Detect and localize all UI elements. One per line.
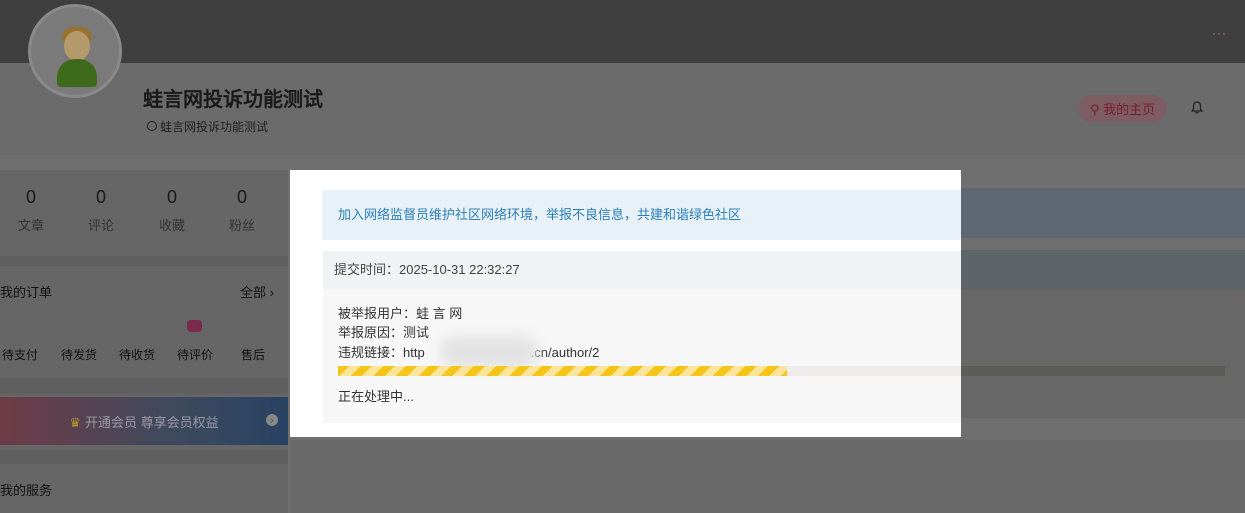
violation-link-prefix: 违规链接：http: [338, 345, 425, 360]
more-menu-icon[interactable]: ···: [1212, 26, 1227, 40]
stat-favorites-label: 收藏: [158, 218, 185, 233]
right-panel-notice-bg: [960, 188, 1245, 238]
top-bar: ···: [0, 0, 1245, 63]
profile-subtitle-text: 蛙言网投诉功能测试: [160, 120, 269, 134]
divider: [0, 378, 288, 394]
progress-bar: [338, 366, 961, 376]
bottom-content-bg: [290, 440, 1245, 513]
report-modal: 加入网络监督员维护社区网络环境，举报不良信息，共建和谐绿色社区 提交时间：202…: [290, 170, 961, 437]
report-card: 加入网络监督员维护社区网络环境，举报不良信息，共建和谐绿色社区 提交时间：202…: [308, 175, 961, 437]
right-panel-body-bg: [960, 290, 1245, 418]
avatar[interactable]: [28, 4, 122, 98]
order-pending-shipment[interactable]: 待发货: [59, 346, 99, 363]
order-pending-receipt[interactable]: 待收货: [117, 346, 157, 363]
bell-icon[interactable]: [1191, 101, 1203, 114]
supervisor-notice[interactable]: 加入网络监督员维护社区网络环境，举报不良信息，共建和谐绿色社区: [323, 190, 961, 240]
avatar-body: [57, 59, 97, 87]
crown-icon: ♛: [69, 415, 82, 430]
reported-user: 被举报用户：蛙 言 网: [338, 306, 463, 321]
order-after-sales[interactable]: 售后: [233, 346, 273, 363]
stat-favorites[interactable]: 0 收藏: [152, 187, 192, 234]
divider: [0, 450, 288, 464]
stat-comments[interactable]: 0 评论: [81, 187, 121, 234]
location-pin-icon: ⚲: [1090, 102, 1100, 117]
profile-name: 蛙言网投诉功能测试: [143, 89, 323, 111]
stat-fans[interactable]: 0 粉丝: [222, 187, 262, 234]
avatar-face: [64, 31, 90, 61]
report-reason: 举报原因：测试: [338, 325, 430, 340]
chat-bubble-icon: [187, 320, 202, 332]
stat-comments-label: 评论: [87, 218, 114, 233]
right-panel-progress-bg: [960, 366, 1225, 376]
stat-articles-label: 文章: [17, 218, 44, 233]
orders-all-link[interactable]: 全部 ›: [240, 282, 274, 301]
stat-comments-count: 0: [95, 187, 106, 207]
stat-favorites-count: 0: [166, 187, 177, 207]
redacted-url-blur: [440, 336, 538, 368]
right-panel-time-bg: [960, 250, 1245, 290]
chevron-right-icon: ›: [266, 414, 278, 426]
stat-fans-count: 0: [236, 187, 247, 207]
report-details: 被举报用户：蛙 言 网 举报原因：测试 违规链接：http .cn/author/…: [323, 289, 961, 423]
stat-articles-count: 0: [25, 187, 36, 207]
progress-fill: [338, 366, 787, 376]
stat-fans-label: 粉丝: [228, 218, 255, 233]
profile-subtitle: 蛙言网投诉功能测试: [147, 118, 268, 135]
order-pending-payment[interactable]: 待支付: [0, 346, 40, 363]
services-title: 我的服务: [0, 483, 53, 498]
orders-title: 我的订单: [0, 285, 53, 300]
violation-link-suffix: .cn/author/2: [530, 345, 600, 360]
vip-banner-text: ♛ 开通会员 尊享会员权益: [0, 412, 288, 431]
processing-status: 正在处理中...: [338, 389, 414, 404]
divider: [0, 256, 288, 266]
order-pending-review[interactable]: 待评价: [175, 346, 215, 363]
submit-time: 提交时间：2025-10-31 22:32:27: [323, 251, 961, 289]
my-homepage-button[interactable]: ⚲ 我的主页: [1078, 95, 1168, 122]
stat-articles[interactable]: 0 文章: [11, 187, 51, 234]
vip-banner[interactable]: ♛ 开通会员 尊享会员权益 ›: [0, 397, 288, 445]
user-icon: [147, 121, 157, 131]
vip-banner-label: 开通会员 尊享会员权益: [85, 415, 219, 430]
my-homepage-label: 我的主页: [1103, 102, 1156, 117]
